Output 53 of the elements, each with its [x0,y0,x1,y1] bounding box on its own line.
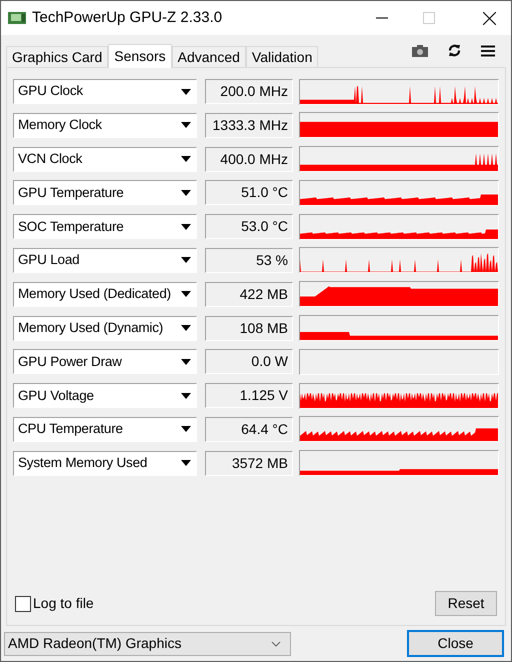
sensor-dropdown[interactable]: SOC Temperature [13,214,197,240]
sensor-dropdown[interactable]: VCN Clock [13,146,197,172]
sensor-dropdown[interactable]: GPU Clock [13,79,197,104]
sensor-dropdown[interactable]: Memory Used (Dedicated) [13,282,197,307]
sensor-dropdown[interactable]: CPU Temperature [13,416,197,442]
sensor-dropdown[interactable]: GPU Voltage [13,383,197,408]
caret-icon [181,88,191,94]
sensor-value: 400.0 MHz [205,146,293,172]
tab[interactable]: Sensors [108,44,172,68]
sensor-value: 1333.3 MHz [205,112,293,138]
checkbox-label: Log to file [33,594,94,613]
app-icon [8,11,26,25]
caret-icon [181,224,191,230]
sensor-value: 53.0 °C [205,214,293,240]
caret-icon [181,122,191,128]
sensor-value: 1.125 V [205,383,293,408]
gpu-dropdown[interactable]: AMD Radeon(TM) Graphics [4,632,291,656]
caret-icon [181,358,191,365]
dropdown-value: AMD Radeon(TM) Graphics [8,634,182,653]
reset-button[interactable]: Reset [435,591,497,616]
sensor-value: 51.0 °C [205,180,293,206]
sensor-dropdown[interactable]: GPU Temperature [13,180,197,206]
sensor-value: 108 MB [205,316,293,341]
caret-icon [181,156,191,162]
sensor-dropdown[interactable]: Memory Clock [13,112,197,138]
menu-icon[interactable] [481,44,495,56]
caret-icon [181,257,191,264]
tab[interactable]: Advanced [172,46,246,67]
caret-icon [181,392,191,399]
close-icon[interactable] [483,12,496,24]
close-button[interactable]: Close [407,630,504,657]
log-checkbox[interactable] [15,596,31,612]
sensor-dropdown[interactable]: Memory Used (Dynamic) [13,316,197,341]
sensor-dropdown[interactable]: System Memory Used [13,450,197,476]
chevron-icon [271,640,281,646]
sensor-value: 200.0 MHz [205,79,293,104]
tab[interactable]: Validation [246,46,318,67]
sensor-value: 3572 MB [205,450,293,476]
camera-icon[interactable] [412,44,428,56]
caret-icon [181,460,191,466]
caret-icon [181,291,191,298]
sensor-value: 64.4 °C [205,416,293,442]
sensor-value: 422 MB [205,282,293,307]
sensor-dropdown[interactable]: GPU Load [13,248,197,273]
window-title: TechPowerUp GPU-Z 2.33.0 [32,8,222,28]
caret-icon [181,426,191,432]
sensor-value: 0.0 W [205,349,293,374]
refresh-icon[interactable] [448,44,461,57]
caret-icon [181,325,191,332]
tab[interactable]: Graphics Card [6,46,108,67]
caret-icon [181,190,191,196]
sensor-value: 53 % [205,248,293,273]
sensor-dropdown[interactable]: GPU Power Draw [13,349,197,374]
